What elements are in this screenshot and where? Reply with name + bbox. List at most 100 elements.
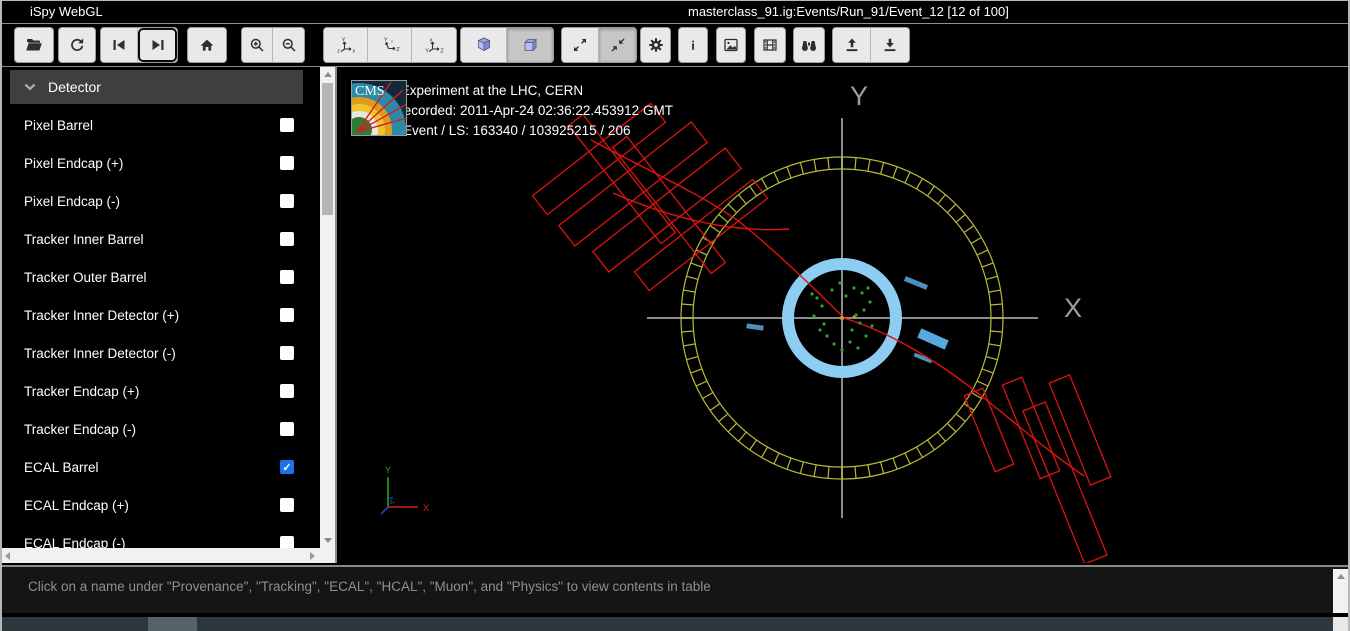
sidebar-item-ecal-endcap-(-)[interactable]: ECAL Endcap (-) — [0, 524, 320, 548]
perspective-view-button[interactable] — [461, 28, 507, 62]
event-display-svg[interactable]: XYYXZ — [337, 67, 1348, 563]
svg-text:x: x — [430, 38, 433, 44]
event-info: CMS CMS Experiment at the LHC, CERN Data… — [351, 80, 673, 141]
y-axis-label: Y — [850, 81, 868, 111]
film-table-button[interactable] — [754, 27, 786, 63]
gizmo-y-label: Y — [385, 465, 391, 475]
sidebar-group-detector[interactable]: Detector — [10, 70, 303, 104]
sidebar-item-label: Tracker Inner Detector (-) — [24, 345, 176, 361]
checkbox-unchecked[interactable] — [280, 270, 294, 284]
tracker-hit — [864, 334, 868, 338]
home-view-button[interactable] — [187, 27, 227, 63]
status-hint: Click on a name under "Provenance", "Tra… — [28, 579, 711, 594]
sidebar-item-label: Tracker Endcap (-) — [24, 421, 137, 437]
event-info-line-3: Run / Event / LS: 163340 / 103925215 / 2… — [367, 123, 631, 138]
axes-zx-icon: Y x Z — [384, 37, 400, 53]
checkbox-unchecked[interactable] — [280, 308, 294, 322]
sidebar-group-label: Detector — [48, 79, 101, 95]
cms-logo: CMS — [351, 80, 407, 136]
event-info-line-2: Data recorded: 2011-Apr-24 02:36:22.4539… — [367, 103, 673, 118]
title-bar: iSpy WebGL masterclass_91.ig:Events/Run_… — [0, 1, 1350, 24]
sidebar-item-pixel-endcap-(-)[interactable]: Pixel Endcap (-) — [0, 182, 320, 220]
scroll-right-arrow-icon[interactable] — [310, 551, 315, 560]
checkbox-unchecked[interactable] — [280, 384, 294, 398]
info-icon: i — [691, 38, 695, 53]
scroll-down-arrow-icon[interactable] — [323, 538, 332, 543]
scrollbar-thumb[interactable] — [148, 617, 197, 631]
orthographic-view-button[interactable] — [507, 28, 553, 62]
download-icon — [884, 38, 896, 52]
tracker-hit — [848, 340, 852, 344]
sidebar-vertical-scrollbar[interactable] — [320, 67, 335, 548]
sidebar-item-ecal-endcap-(+)[interactable]: ECAL Endcap (+) — [0, 486, 320, 524]
hcal-hit — [746, 323, 764, 331]
projection-group — [460, 27, 554, 63]
svg-text:z: z — [337, 49, 340, 53]
zoom-in-icon — [250, 38, 264, 52]
scroll-up-arrow-icon[interactable] — [1336, 574, 1345, 579]
settings-button[interactable] — [640, 27, 671, 63]
home-icon — [200, 39, 214, 51]
info-button[interactable]: i — [678, 27, 708, 63]
checkbox-unchecked[interactable] — [280, 194, 294, 208]
next-icon — [152, 40, 163, 50]
resize-group — [561, 27, 637, 63]
previous-event-button[interactable] — [101, 28, 138, 62]
sidebar-item-label: Pixel Endcap (+) — [24, 155, 124, 171]
tracker-hit — [862, 308, 866, 312]
export-image-button[interactable] — [716, 27, 746, 63]
import-export-group — [832, 27, 910, 63]
sidebar-item-tracker-inner-detector-(-)[interactable]: Tracker Inner Detector (-) — [0, 334, 320, 372]
checkbox-unchecked[interactable] — [280, 498, 294, 512]
enlarge-view-button[interactable] — [562, 28, 599, 62]
view-zx-button[interactable]: Y x Z — [368, 28, 412, 62]
sidebar-item-tracker-endcap-(+)[interactable]: Tracker Endcap (+) — [0, 372, 320, 410]
checkbox-checked[interactable]: ✓ — [280, 460, 294, 474]
window-border-left — [0, 0, 2, 631]
open-file-button[interactable] — [14, 27, 54, 63]
svg-text:CMS: CMS — [355, 84, 385, 99]
scroll-up-arrow-icon[interactable] — [323, 72, 332, 77]
sidebar-item-label: ECAL Endcap (+) — [24, 497, 129, 513]
next-event-button[interactable] — [138, 28, 177, 62]
tracker-hit — [866, 286, 870, 290]
shrink-view-button[interactable] — [599, 28, 636, 62]
tracker-hit — [838, 281, 842, 285]
checkbox-unchecked[interactable] — [280, 422, 294, 436]
checkbox-unchecked[interactable] — [280, 118, 294, 132]
page-horizontal-scrollbar[interactable] — [0, 617, 1350, 631]
tracker-hit — [812, 314, 816, 318]
sidebar-item-tracker-inner-barrel[interactable]: Tracker Inner Barrel — [0, 220, 320, 258]
zoom-in-button[interactable] — [242, 28, 273, 62]
tracker-hit — [822, 322, 826, 326]
checkbox-unchecked[interactable] — [280, 156, 294, 170]
reload-button[interactable] — [58, 27, 96, 63]
zoom-out-button[interactable] — [273, 28, 304, 62]
download-button[interactable] — [871, 28, 909, 62]
tracker-hit — [860, 291, 864, 295]
view-yx-button[interactable]: Y z x — [324, 28, 368, 62]
status-vertical-scrollbar[interactable] — [1333, 569, 1348, 613]
checkbox-unchecked[interactable] — [280, 536, 294, 548]
perspective-cube-icon — [477, 37, 490, 52]
sidebar-item-tracker-outer-barrel[interactable]: Tracker Outer Barrel — [0, 258, 320, 296]
sidebar-item-tracker-inner-detector-(+)[interactable]: Tracker Inner Detector (+) — [0, 296, 320, 334]
sidebar-item-pixel-barrel[interactable]: Pixel Barrel — [0, 106, 320, 144]
event-display[interactable]: XYYXZ CMS CMS Experiment at the LHC, CER… — [335, 67, 1348, 563]
sidebar-item-pixel-endcap-(+)[interactable]: Pixel Endcap (+) — [0, 144, 320, 182]
upload-icon — [846, 38, 857, 52]
view-zy-button[interactable]: x Y Z — [412, 28, 456, 62]
checkbox-unchecked[interactable] — [280, 346, 294, 360]
search-button[interactable] — [793, 27, 825, 63]
gear-icon — [648, 38, 663, 52]
checkbox-unchecked[interactable] — [280, 232, 294, 246]
sidebar-horizontal-scrollbar[interactable] — [0, 548, 320, 563]
upload-button[interactable] — [833, 28, 871, 62]
scroll-left-arrow-icon[interactable] — [5, 551, 10, 560]
sidebar-item-ecal-barrel[interactable]: ECAL Barrel ✓ — [0, 448, 320, 486]
sidebar-item-tracker-endcap-(-)[interactable]: Tracker Endcap (-) — [0, 410, 320, 448]
scrollbar-thumb[interactable] — [322, 83, 333, 215]
tracker-hit — [850, 328, 854, 332]
tracker-hit — [852, 286, 856, 290]
reload-icon — [71, 38, 84, 51]
